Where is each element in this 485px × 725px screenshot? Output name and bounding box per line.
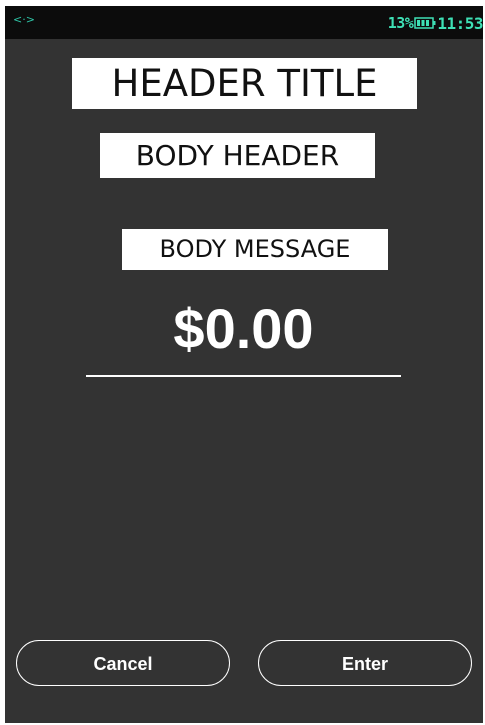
status-bar: <·> 13% 11:53	[5, 6, 483, 39]
amount-underline	[86, 375, 401, 377]
battery-percent: 13%	[387, 14, 414, 32]
connection-icon: <·>	[13, 13, 35, 26]
body-message: BODY MESSAGE	[122, 229, 388, 270]
body-header: BODY HEADER	[100, 133, 375, 178]
clock: 11:53	[437, 13, 483, 33]
battery-icon	[414, 17, 436, 29]
header-title: HEADER TITLE	[72, 58, 417, 109]
cancel-button[interactable]: Cancel	[16, 640, 230, 686]
terminal-screen: <·> 13% 11:53 HEADER TITLE BODY HEADER B…	[5, 6, 483, 723]
amount-display[interactable]: $0.00	[86, 294, 401, 372]
enter-button[interactable]: Enter	[258, 640, 472, 686]
status-indicators: 13% 11:53	[388, 12, 483, 34]
